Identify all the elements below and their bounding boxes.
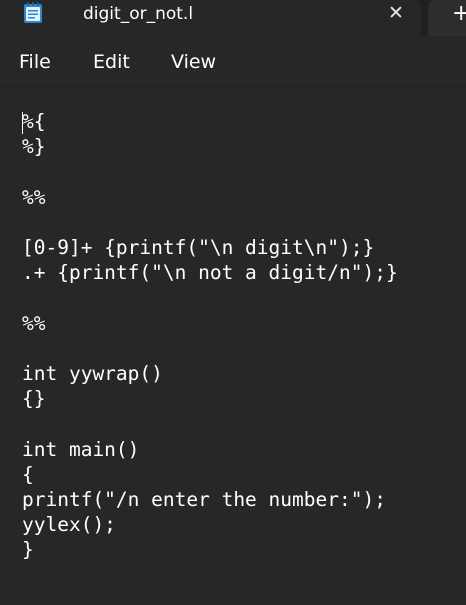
notepad-icon — [23, 2, 43, 24]
plus-icon: + — [452, 1, 466, 26]
menu-file[interactable]: File — [19, 50, 51, 74]
menu-view[interactable]: View — [171, 50, 216, 74]
text-editor[interactable]: %{ %} %% [0-9]+ {printf("\n digit\n");} … — [0, 87, 466, 605]
notepad-window: digit_or_not.l ✕ + File Edit View %{ %} … — [0, 0, 466, 605]
tab-title: digit_or_not.l — [83, 4, 194, 24]
new-tab-button[interactable]: + — [428, 0, 466, 36]
close-tab-button[interactable]: ✕ — [384, 1, 408, 25]
file-tab[interactable]: digit_or_not.l ✕ — [0, 0, 421, 36]
tab-strip: digit_or_not.l ✕ + — [0, 0, 466, 36]
text-caret — [22, 112, 23, 134]
editor-content[interactable]: %{ %} %% [0-9]+ {printf("\n digit\n");} … — [22, 109, 398, 563]
menu-bar: File Edit View — [0, 36, 466, 86]
menu-edit[interactable]: Edit — [93, 50, 130, 74]
